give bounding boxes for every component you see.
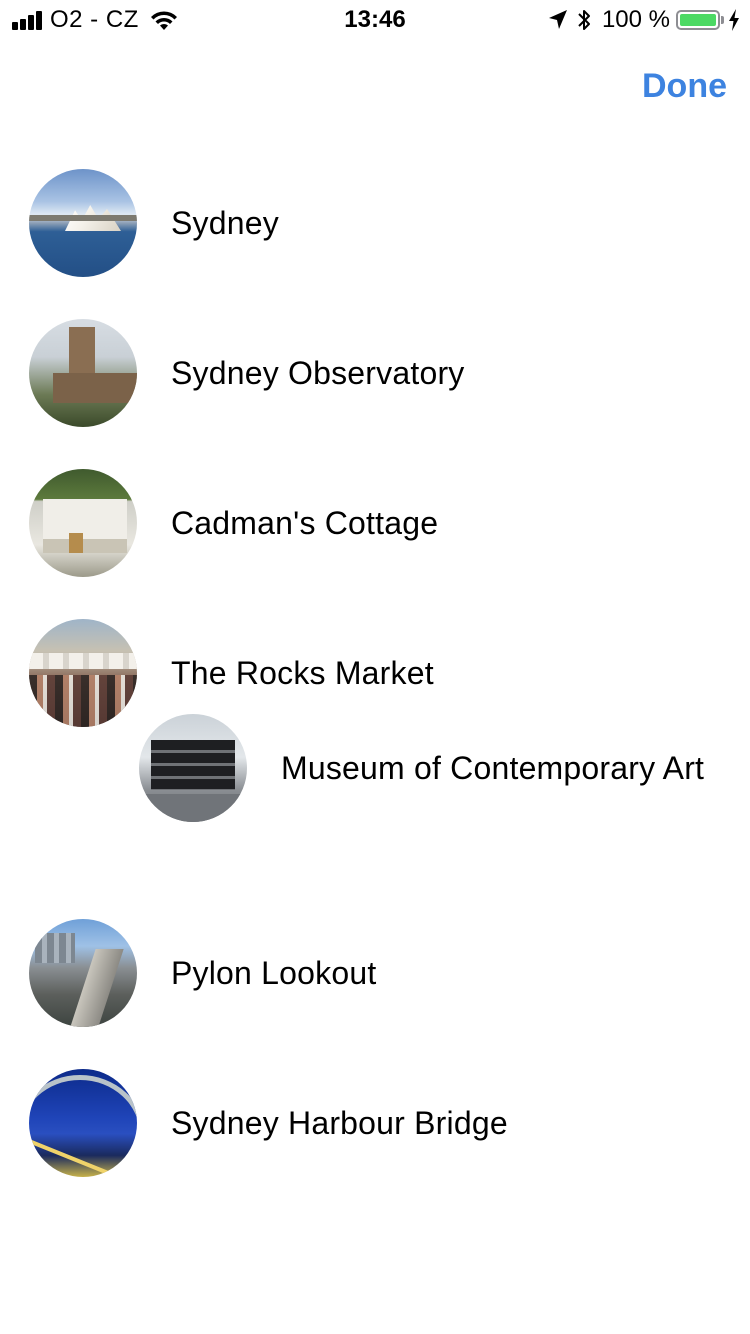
the-rocks-market-thumbnail xyxy=(29,619,137,727)
list-item-sydney-observatory[interactable]: Sydney Observatory xyxy=(29,318,465,428)
place-name: Cadman's Cottage xyxy=(171,504,439,541)
list-item-sydney-harbour-bridge[interactable]: Sydney Harbour Bridge xyxy=(29,1068,508,1178)
place-name: The Rocks Market xyxy=(171,654,434,691)
list-item-cadmans-cottage[interactable]: Cadman's Cottage xyxy=(29,468,438,578)
pylon-lookout-thumbnail xyxy=(29,919,137,1027)
battery-percent: 100 % xyxy=(601,6,670,33)
place-name: Museum of Contemporary Art xyxy=(281,749,705,786)
bluetooth-icon xyxy=(578,10,590,30)
sydney-thumbnail xyxy=(29,169,137,277)
sydney-harbour-bridge-thumbnail xyxy=(29,1069,137,1177)
place-name: Sydney Harbour Bridge xyxy=(171,1104,508,1141)
place-name: Pylon Lookout xyxy=(171,954,377,991)
sydney-observatory-thumbnail xyxy=(29,319,137,427)
museum-of-contemporary-art-thumbnail xyxy=(139,714,247,822)
list-item-museum-of-contemporary-art[interactable]: Museum of Contemporary Art xyxy=(139,713,704,823)
done-button[interactable]: Done xyxy=(642,64,727,108)
battery-icon xyxy=(676,10,720,30)
location-icon xyxy=(548,10,567,29)
cadmans-cottage-thumbnail xyxy=(29,469,137,577)
status-bar: O2 - CZ 13:46 100 % xyxy=(0,0,750,40)
battery-tip xyxy=(721,16,724,24)
list-item-pylon-lookout[interactable]: Pylon Lookout xyxy=(29,918,376,1028)
status-bar-right: 100 % xyxy=(548,6,740,34)
battery-level-fill xyxy=(680,14,716,26)
place-name: Sydney Observatory xyxy=(171,354,465,391)
charging-icon xyxy=(729,9,739,31)
place-name: Sydney xyxy=(171,204,279,241)
list-item-sydney[interactable]: Sydney xyxy=(29,168,279,278)
list-item-the-rocks-market[interactable]: The Rocks Market xyxy=(29,618,434,728)
